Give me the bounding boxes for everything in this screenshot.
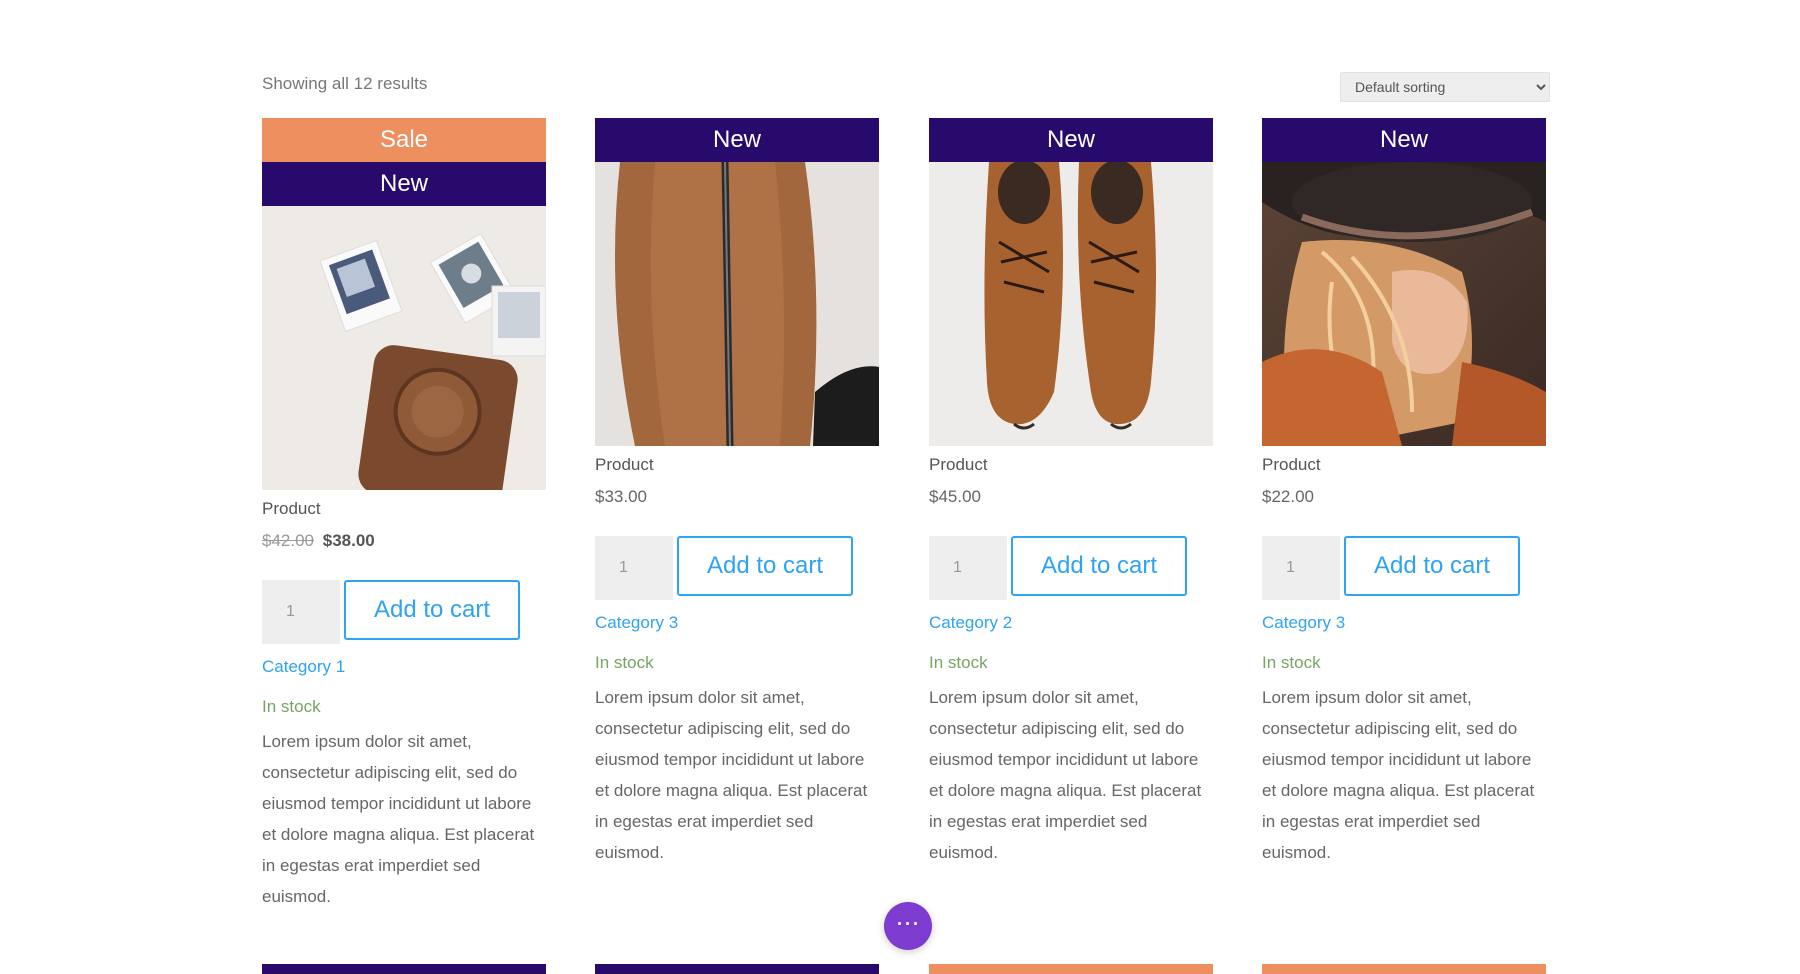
sale-badge: Sale xyxy=(262,118,546,162)
product-description: Lorem ipsum dolor sit amet, consectetur … xyxy=(595,688,868,862)
product-title[interactable]: Product xyxy=(262,498,546,520)
product-price: $22.00 xyxy=(1262,486,1546,508)
sale-price: $38.00 xyxy=(322,531,375,550)
product-card: New Product $45.00 Add to cart Category … xyxy=(929,118,1213,868)
category-link[interactable]: Category 1 xyxy=(262,656,546,678)
product-description: Lorem ipsum dolor sit amet, consectetur … xyxy=(1262,688,1535,862)
new-badge: New xyxy=(595,118,879,162)
regular-price: $22.00 xyxy=(1262,487,1314,506)
stock-status: In stock xyxy=(1262,653,1321,672)
product-card: New Product $22.00 Add to cart xyxy=(1262,118,1546,868)
product-card: Sale New Product $42.00 $38.00 1 Add to … xyxy=(262,118,546,912)
product-image-shoes[interactable] xyxy=(929,162,1213,446)
regular-price: $45.00 xyxy=(929,487,981,506)
next-product-badge xyxy=(1262,964,1546,974)
quantity-input[interactable] xyxy=(595,536,673,600)
more-options-button[interactable]: ⋯ xyxy=(884,902,932,950)
category-link[interactable]: Category 2 xyxy=(929,612,1213,634)
new-badge: New xyxy=(1262,118,1546,162)
next-product-badge xyxy=(929,964,1213,974)
next-product-badge xyxy=(595,964,879,974)
product-price: $33.00 xyxy=(595,486,879,508)
sort-dropdown[interactable]: Default sorting xyxy=(1340,72,1550,102)
stock-status: In stock xyxy=(595,653,654,672)
product-price: $42.00 $38.00 xyxy=(262,530,546,552)
product-image-camera[interactable] xyxy=(262,206,546,490)
add-to-cart-button[interactable]: Add to cart xyxy=(677,536,853,596)
add-to-cart-button[interactable]: Add to cart xyxy=(344,580,520,640)
product-card: New Product $33.00 Add to cart Category … xyxy=(595,118,879,868)
product-description: Lorem ipsum dolor sit amet, consectetur … xyxy=(929,688,1202,862)
category-link[interactable]: Category 3 xyxy=(1262,612,1546,634)
shop-toolbar: Showing all 12 results Default sorting xyxy=(262,72,1550,102)
regular-price: $33.00 xyxy=(595,487,647,506)
product-description: Lorem ipsum dolor sit amet, consectetur … xyxy=(262,732,535,906)
add-to-cart-form: Add to cart xyxy=(1262,536,1546,600)
product-title[interactable]: Product xyxy=(595,454,879,476)
more-dots-icon: ⋯ xyxy=(895,910,921,937)
add-to-cart-form: Add to cart xyxy=(929,536,1213,600)
result-count: Showing all 12 results xyxy=(262,74,428,93)
stock-status: In stock xyxy=(262,697,321,716)
original-price: $42.00 xyxy=(262,531,314,550)
product-title[interactable]: Product xyxy=(1262,454,1546,476)
product-title[interactable]: Product xyxy=(929,454,1213,476)
new-badge: New xyxy=(262,162,546,206)
quantity-input[interactable] xyxy=(262,580,340,644)
new-badge: New xyxy=(929,118,1213,162)
add-to-cart-button[interactable]: Add to cart xyxy=(1011,536,1187,596)
next-product-badge xyxy=(262,964,546,974)
category-link[interactable]: Category 3 xyxy=(595,612,879,634)
add-to-cart-button[interactable]: Add to cart xyxy=(1344,536,1520,596)
add-to-cart-form: Add to cart xyxy=(262,580,546,644)
add-to-cart-form: Add to cart xyxy=(595,536,879,600)
product-image-hat-woman[interactable] xyxy=(1262,162,1546,446)
quantity-input[interactable] xyxy=(1262,536,1340,600)
stock-status: In stock xyxy=(929,653,988,672)
product-price: $45.00 xyxy=(929,486,1213,508)
product-image-bag[interactable] xyxy=(595,162,879,446)
quantity-input[interactable] xyxy=(929,536,1007,600)
